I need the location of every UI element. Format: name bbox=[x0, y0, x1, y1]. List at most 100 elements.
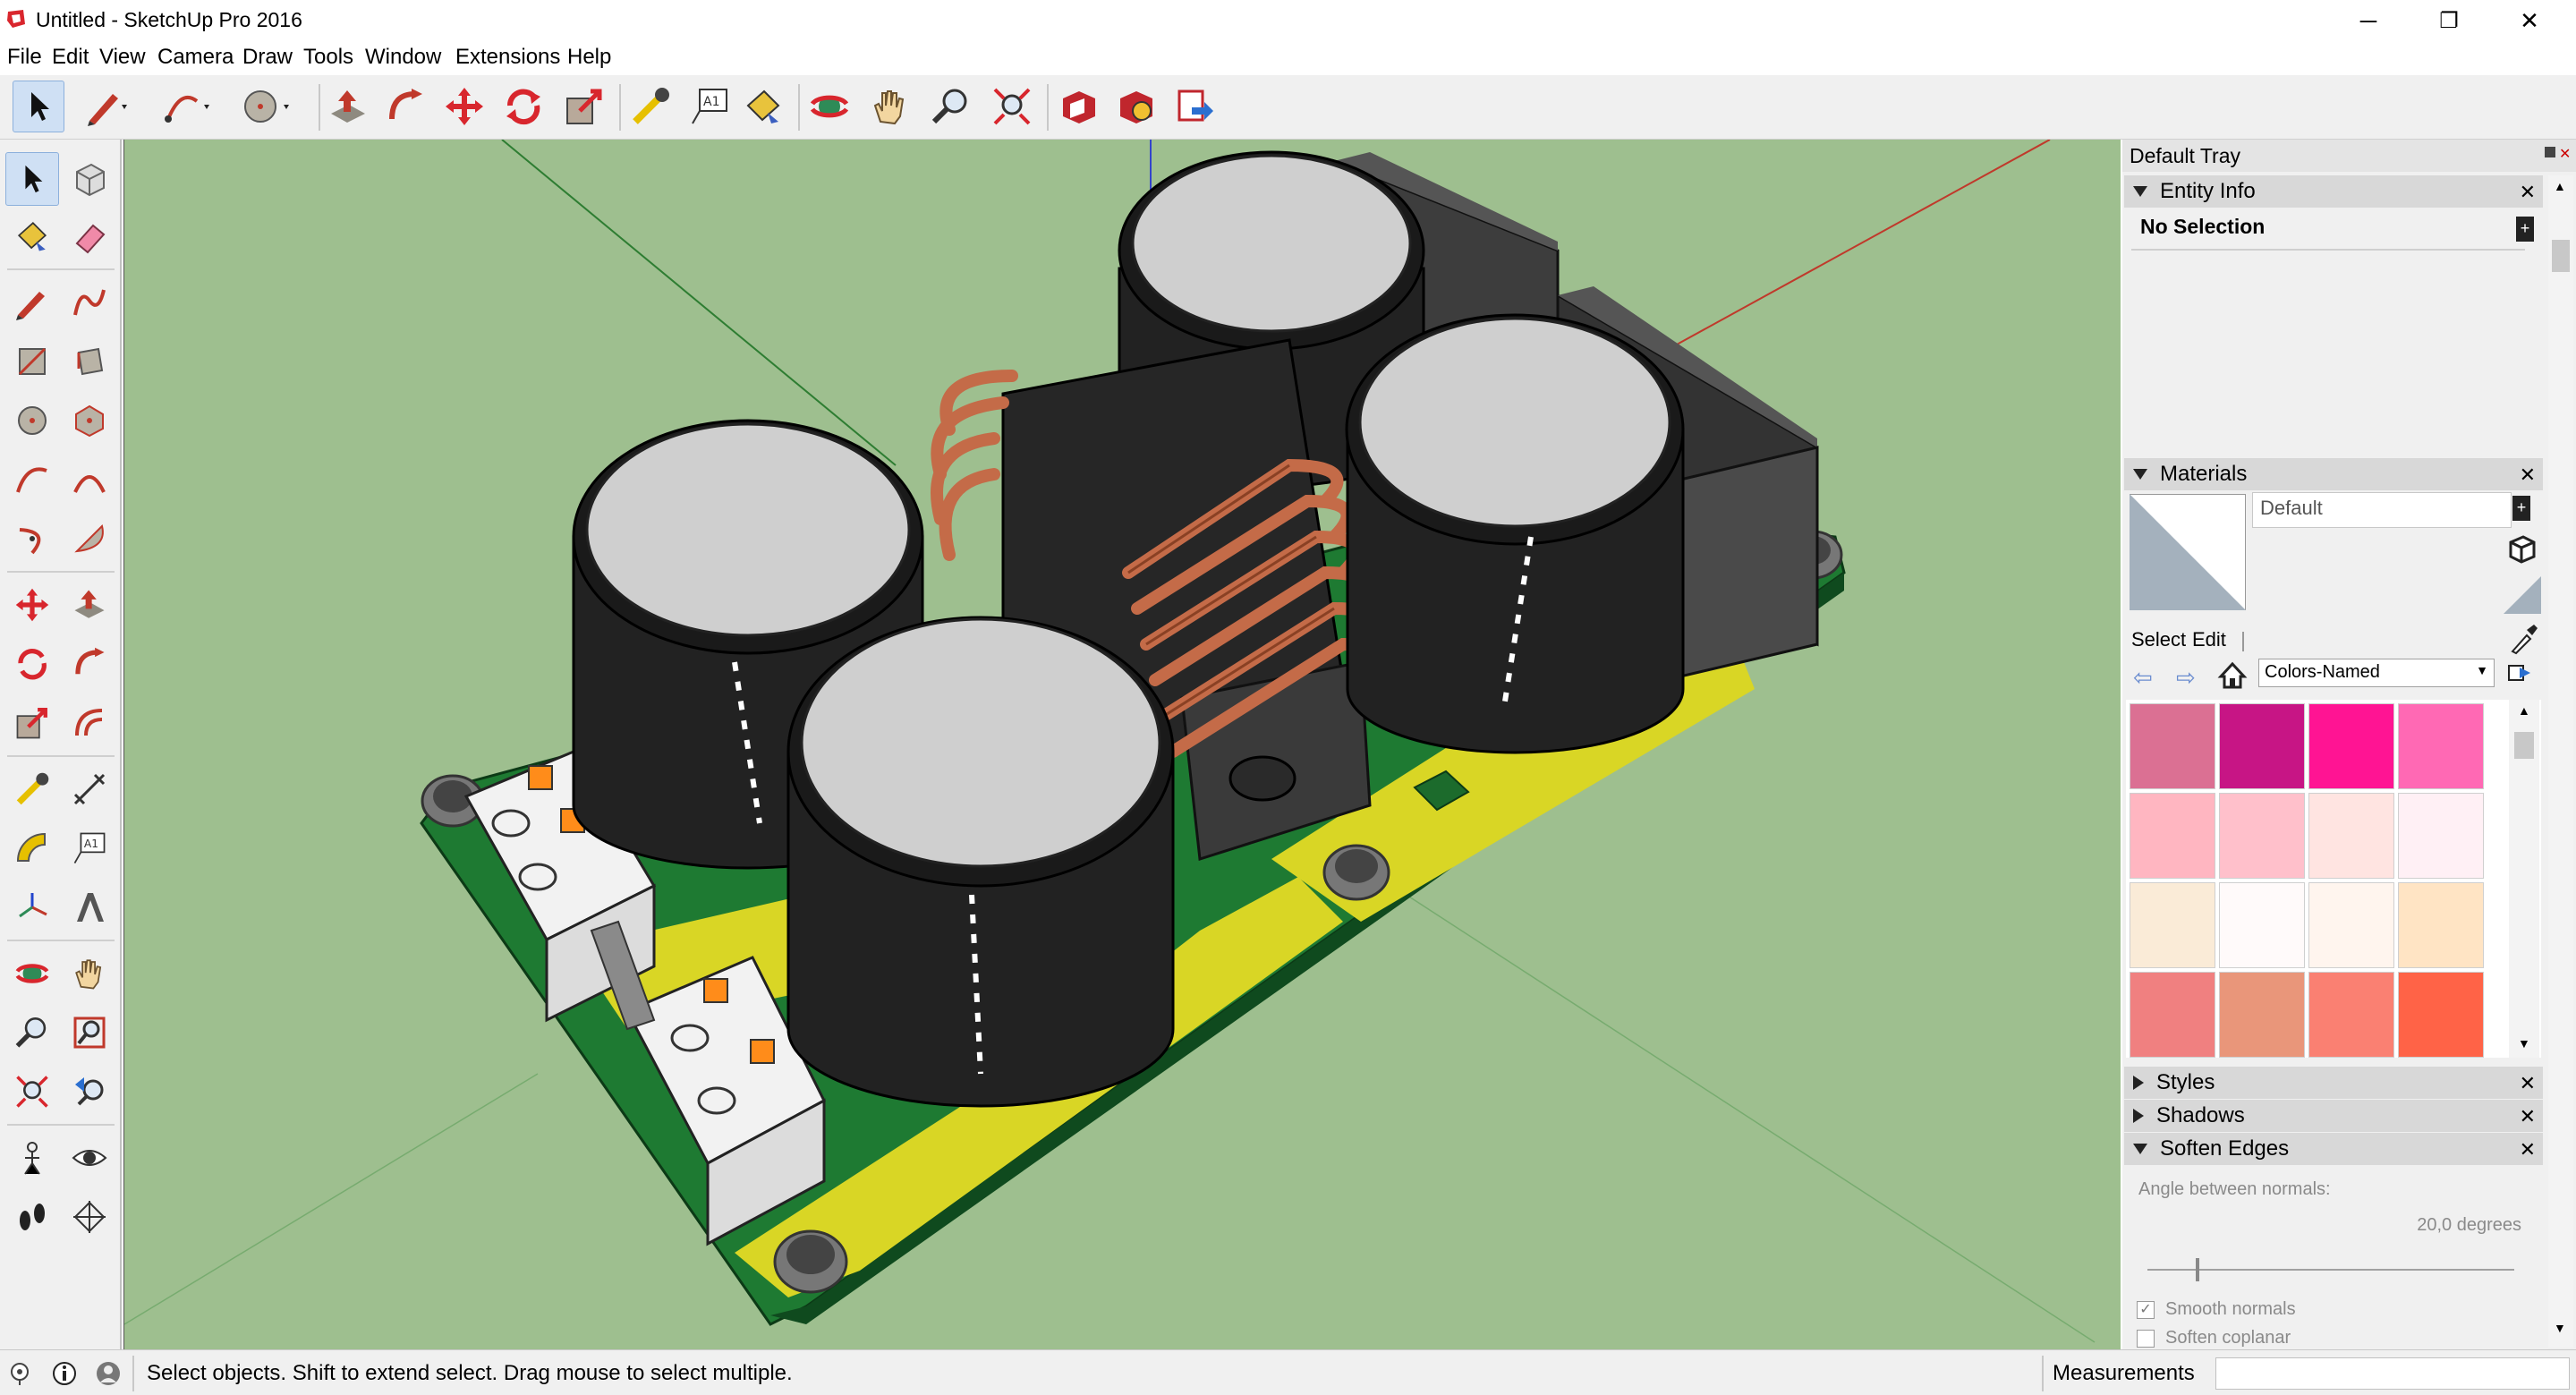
panel-close-icon[interactable]: ✕ bbox=[2520, 181, 2536, 204]
palette-previous-view-button[interactable] bbox=[63, 1065, 116, 1119]
panel-close-icon[interactable]: ✕ bbox=[2520, 1072, 2536, 1095]
palette-text-button[interactable]: A1 bbox=[63, 821, 116, 875]
palette-eraser-button[interactable] bbox=[63, 209, 116, 263]
create-material-icon[interactable]: + bbox=[2512, 496, 2530, 521]
info-icon[interactable] bbox=[52, 1361, 77, 1386]
geo-location-icon[interactable] bbox=[7, 1361, 32, 1386]
palette-circle-button[interactable] bbox=[5, 394, 59, 447]
material-swatch[interactable] bbox=[2308, 882, 2394, 968]
material-swatch[interactable] bbox=[2398, 793, 2484, 879]
styles-header[interactable]: Styles ✕ bbox=[2124, 1067, 2543, 1099]
menu-help[interactable]: Help bbox=[567, 45, 611, 70]
palette-push-pull-button[interactable] bbox=[63, 578, 116, 632]
soften-coplanar-checkbox[interactable] bbox=[2137, 1330, 2155, 1348]
palette-rectangle-button[interactable] bbox=[5, 335, 59, 388]
materials-tab-select[interactable]: Select bbox=[2131, 628, 2186, 651]
tray-close-icon[interactable]: ✕ bbox=[2559, 145, 2571, 163]
palette-arc-button[interactable] bbox=[5, 453, 59, 506]
eyedropper-icon[interactable] bbox=[2507, 623, 2539, 655]
menu-view[interactable]: View bbox=[99, 45, 146, 70]
palette-make-component-button[interactable] bbox=[63, 152, 116, 206]
palette-paint-button[interactable] bbox=[5, 209, 59, 263]
soften-edges-header[interactable]: Soften Edges ✕ bbox=[2124, 1133, 2543, 1165]
material-swatch[interactable] bbox=[2219, 882, 2305, 968]
move-tool-button[interactable] bbox=[438, 81, 490, 132]
follow-me-button[interactable] bbox=[379, 81, 431, 132]
palette-axes-button[interactable] bbox=[5, 880, 59, 934]
tray-scrollbar[interactable]: ▲ ▼ bbox=[2548, 175, 2573, 1348]
3d-warehouse-button[interactable] bbox=[1052, 81, 1104, 132]
menu-tools[interactable]: Tools bbox=[303, 45, 353, 70]
panel-close-icon[interactable]: ✕ bbox=[2520, 464, 2536, 487]
angle-slider-track[interactable] bbox=[2147, 1269, 2514, 1271]
palette-rotated-rectangle-button[interactable] bbox=[63, 335, 116, 388]
palette-dimension-button[interactable] bbox=[63, 762, 116, 816]
tray-scroll-thumb[interactable] bbox=[2552, 240, 2570, 272]
extension-warehouse-button[interactable] bbox=[1109, 81, 1161, 132]
scroll-down-icon[interactable]: ▼ bbox=[2518, 1036, 2530, 1051]
measurements-input[interactable] bbox=[2215, 1357, 2570, 1390]
palette-zoom-extents-button[interactable] bbox=[5, 1065, 59, 1119]
palette-polygon-button[interactable] bbox=[63, 394, 116, 447]
material-swatch[interactable] bbox=[2398, 882, 2484, 968]
palette-look-around-button[interactable] bbox=[63, 1131, 116, 1185]
text-tool-button[interactable]: A1 bbox=[684, 81, 735, 132]
palette-section-plane-button[interactable] bbox=[63, 1190, 116, 1244]
swatch-scrollbar[interactable]: ▲ ▼ bbox=[2509, 700, 2539, 1058]
restore-button[interactable]: ❐ bbox=[2413, 0, 2485, 41]
pan-tool-button[interactable] bbox=[864, 81, 916, 132]
materials-header[interactable]: Materials ✕ bbox=[2124, 458, 2543, 490]
user-account-icon[interactable] bbox=[95, 1361, 122, 1386]
select-tool-button[interactable] bbox=[13, 81, 64, 132]
palette-tape-measure-button[interactable] bbox=[5, 762, 59, 816]
palette-line-button[interactable] bbox=[5, 276, 59, 329]
menu-camera[interactable]: Camera bbox=[157, 45, 234, 70]
sample-paint-cube-icon[interactable] bbox=[2507, 533, 2538, 564]
material-swatch[interactable] bbox=[2398, 703, 2484, 789]
shadows-header[interactable]: Shadows ✕ bbox=[2124, 1100, 2543, 1132]
palette-position-camera-button[interactable] bbox=[5, 1131, 59, 1185]
arc-tool-button[interactable] bbox=[161, 81, 213, 132]
forward-arrow-icon[interactable]: ⇨ bbox=[2176, 664, 2196, 692]
rotate-tool-button[interactable] bbox=[497, 81, 549, 132]
palette-walk-button[interactable] bbox=[5, 1190, 59, 1244]
panel-close-icon[interactable]: ✕ bbox=[2520, 1138, 2536, 1161]
material-swatch[interactable] bbox=[2219, 972, 2305, 1058]
details-arrow-icon[interactable] bbox=[2505, 659, 2534, 687]
material-swatch[interactable] bbox=[2219, 703, 2305, 789]
palette-select-button[interactable] bbox=[5, 152, 59, 206]
palette-follow-me-button[interactable] bbox=[63, 637, 116, 691]
paint-bucket-button[interactable] bbox=[737, 81, 789, 132]
palette-zoom-button[interactable] bbox=[5, 1006, 59, 1059]
send-to-layout-button[interactable] bbox=[1169, 81, 1220, 132]
menu-file[interactable]: File bbox=[7, 45, 42, 70]
home-icon[interactable] bbox=[2217, 660, 2248, 691]
palette-scale-button[interactable] bbox=[5, 696, 59, 750]
palette-two-point-arc-button[interactable] bbox=[63, 453, 116, 506]
material-swatch[interactable] bbox=[2219, 793, 2305, 879]
close-button[interactable]: ✕ bbox=[2494, 0, 2565, 41]
tray-pin-icon[interactable] bbox=[2545, 147, 2555, 157]
material-swatch[interactable] bbox=[2308, 703, 2394, 789]
scroll-up-icon[interactable]: ▲ bbox=[2554, 179, 2566, 193]
palette-three-point-arc-button[interactable] bbox=[5, 512, 59, 566]
default-material-icon[interactable] bbox=[2502, 574, 2543, 616]
circle-tool-button[interactable] bbox=[240, 81, 292, 132]
material-swatch[interactable] bbox=[2308, 972, 2394, 1058]
palette-pan-button[interactable] bbox=[63, 947, 116, 1000]
push-pull-button[interactable] bbox=[322, 81, 374, 132]
line-tool-button[interactable] bbox=[81, 81, 132, 132]
smooth-normals-checkbox[interactable]: ✓ bbox=[2137, 1301, 2155, 1319]
menu-edit[interactable]: Edit bbox=[52, 45, 89, 70]
material-library-select[interactable]: Colors-Named ▼ bbox=[2258, 659, 2495, 687]
model-viewport[interactable] bbox=[123, 140, 2121, 1349]
palette-protractor-button[interactable] bbox=[5, 821, 59, 875]
material-swatch[interactable] bbox=[2130, 882, 2215, 968]
zoom-tool-button[interactable] bbox=[925, 81, 977, 132]
orbit-tool-button[interactable] bbox=[803, 81, 855, 132]
palette-move-button[interactable] bbox=[5, 578, 59, 632]
menu-draw[interactable]: Draw bbox=[242, 45, 293, 70]
entity-info-header[interactable]: Entity Info ✕ bbox=[2124, 175, 2543, 208]
palette-3d-text-button[interactable] bbox=[63, 880, 116, 934]
material-swatch[interactable] bbox=[2398, 972, 2484, 1058]
